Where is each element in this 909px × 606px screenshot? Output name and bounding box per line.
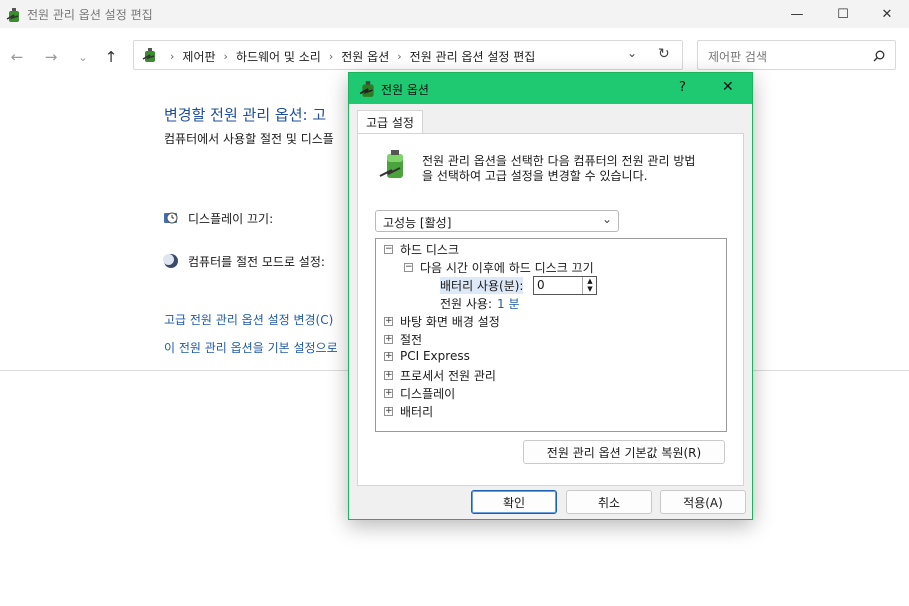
collapse-icon[interactable]: −: [384, 245, 393, 254]
restore-plan-defaults-button[interactable]: 전원 관리 옵션 기본값 복원(R): [523, 440, 725, 464]
advanced-settings-link[interactable]: 고급 전원 관리 옵션 설정 변경(C): [164, 311, 333, 328]
expand-icon[interactable]: +: [384, 407, 393, 416]
tree-item-desktop-background[interactable]: + 바탕 화면 배경 설정: [384, 313, 500, 330]
on-battery-minutes-spinner[interactable]: 0 ▲ ▼: [533, 276, 597, 295]
address-bar[interactable]: › 제어판 › 하드웨어 및 소리 › 전원 옵션 › 전원 관리 옵션 설정 …: [133, 40, 683, 70]
chevron-down-icon: ⌄: [602, 212, 613, 226]
cancel-button[interactable]: 취소: [566, 490, 652, 514]
maximize-button[interactable]: ☐: [820, 0, 866, 28]
recent-chevron-down-icon[interactable]: ⌄: [72, 46, 94, 68]
up-arrow-icon[interactable]: ↑: [100, 46, 122, 68]
restore-defaults-link[interactable]: 이 전원 관리 옵션을 기본 설정으로: [164, 339, 338, 356]
dialog-title-bar: 전원 옵션 ? ✕: [349, 73, 752, 104]
search-box[interactable]: 제어판 검색: [697, 40, 896, 70]
sleep-moon-icon: [163, 254, 178, 268]
help-button[interactable]: ?: [679, 80, 686, 95]
tree-item-processor-power[interactable]: + 프로세서 전원 관리: [384, 367, 496, 384]
close-button[interactable]: ✕: [864, 0, 909, 28]
page-heading: 변경할 전원 관리 옵션: 고: [164, 106, 327, 124]
dialog-description-line2: 을 선택하여 고급 설정을 변경할 수 있습니다.: [422, 169, 648, 183]
spinner-value[interactable]: 0: [537, 278, 545, 292]
tab-panel: 전원 관리 옵션을 선택한 다음 컴퓨터의 전원 관리 방법 을 선택하여 고급…: [357, 133, 744, 486]
control-panel-icon: [142, 48, 155, 62]
plugged-in-value-link[interactable]: 1 분: [497, 295, 520, 312]
expand-icon[interactable]: +: [384, 351, 393, 361]
battery-power-icon: [379, 150, 403, 178]
spin-up-icon[interactable]: ▲: [582, 277, 597, 285]
expand-icon[interactable]: +: [384, 317, 393, 326]
tree-item-plugged-in[interactable]: 전원 사용: 1 분: [440, 295, 520, 312]
tree-item-hard-disk[interactable]: − 하드 디스크: [384, 241, 459, 258]
breadcrumb-item[interactable]: 전원 옵션: [341, 48, 389, 65]
address-dropdown-chevron-icon[interactable]: ⌄: [627, 46, 637, 60]
tree-item-turn-off-hard-disk[interactable]: − 다음 시간 이후에 하드 디스크 끄기: [404, 259, 594, 276]
tree-item-on-battery-label: 배터리 사용(분):: [440, 277, 524, 294]
expand-icon[interactable]: +: [384, 335, 393, 344]
page-description: 컴퓨터에서 사용할 절전 및 디스플: [164, 132, 334, 146]
window-title: 전원 관리 옵션 설정 편집: [27, 8, 153, 22]
sleep-label: 컴퓨터를 절전 모드로 설정:: [188, 255, 325, 269]
power-options-dialog: 전원 옵션 ? ✕ 고급 설정 전원 관리 옵션을 선택한 다음 컴퓨터의 전원…: [348, 72, 753, 520]
spin-down-icon[interactable]: ▼: [582, 285, 597, 294]
tab-advanced-settings[interactable]: 고급 설정: [357, 110, 423, 134]
dialog-close-button[interactable]: ✕: [722, 79, 734, 95]
tree-item-pci-express[interactable]: + PCI Express: [384, 349, 470, 363]
power-plan-select[interactable]: 고성능 [활성] ⌄: [375, 210, 619, 232]
display-off-label: 디스플레이 끄기:: [188, 212, 274, 226]
forward-arrow-icon[interactable]: →: [40, 46, 62, 68]
back-arrow-icon[interactable]: ←: [6, 46, 28, 68]
breadcrumb: › 제어판 › 하드웨어 및 소리 › 전원 옵션 › 전원 관리 옵션 설정 …: [170, 48, 536, 65]
power-options-icon: [359, 81, 374, 97]
minimize-button[interactable]: —: [774, 0, 820, 28]
collapse-icon[interactable]: −: [404, 263, 413, 272]
search-placeholder: 제어판 검색: [708, 50, 768, 64]
breadcrumb-item[interactable]: 제어판: [182, 48, 215, 65]
display-clock-icon: [164, 212, 178, 224]
apply-button[interactable]: 적용(A): [660, 490, 746, 514]
tree-item-display[interactable]: + 디스플레이: [384, 385, 455, 402]
expand-icon[interactable]: +: [384, 371, 393, 380]
settings-tree[interactable]: − 하드 디스크 − 다음 시간 이후에 하드 디스크 끄기 배터리 사용(분)…: [375, 238, 727, 432]
power-plan-selected: 고성능 [활성]: [383, 216, 452, 230]
dialog-title: 전원 옵션: [381, 83, 429, 97]
tree-item-battery[interactable]: + 배터리: [384, 403, 433, 420]
power-options-app-icon: [6, 8, 19, 22]
search-icon[interactable]: [873, 50, 885, 62]
breadcrumb-item[interactable]: 전원 관리 옵션 설정 편집: [410, 48, 536, 65]
refresh-icon[interactable]: ↻: [658, 46, 670, 62]
ok-button[interactable]: 확인: [471, 490, 557, 514]
breadcrumb-item[interactable]: 하드웨어 및 소리: [236, 48, 321, 65]
tree-item-sleep[interactable]: + 절전: [384, 331, 422, 348]
expand-icon[interactable]: +: [384, 389, 393, 398]
